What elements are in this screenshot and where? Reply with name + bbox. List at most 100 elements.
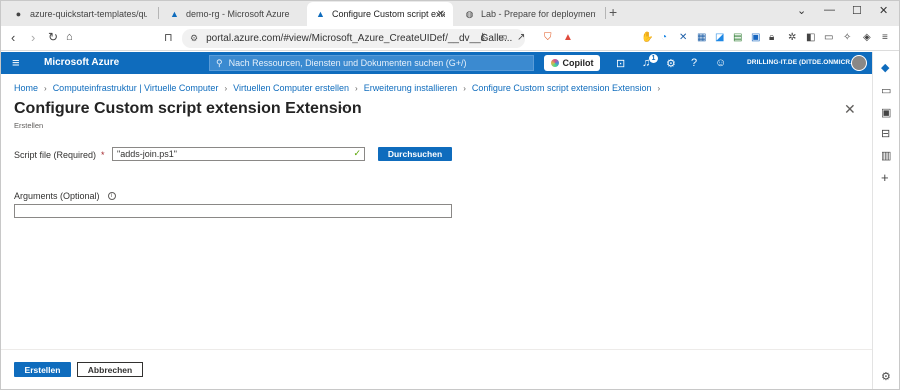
tab-separator: [158, 7, 159, 19]
arguments-label-text: Arguments (Optional): [14, 191, 100, 201]
chevron-right-icon: ›: [44, 83, 47, 93]
tab-search-icon[interactable]: ⌄: [797, 4, 806, 17]
sync-icon[interactable]: ◔: [661, 32, 667, 43]
cast-icon[interactable]: ▭: [498, 32, 507, 43]
wallet-icon[interactable]: ▭: [824, 32, 833, 43]
tab-lab[interactable]: ◍ Lab - Prepare for deployment of Az: [456, 2, 604, 26]
vpn-icon[interactable]: ◈: [863, 32, 871, 43]
brave-rewards-icon[interactable]: ▲: [563, 32, 573, 43]
reader-icon[interactable]: ▥: [881, 149, 891, 162]
tab-separator: [605, 7, 606, 19]
chevron-right-icon: ›: [224, 83, 228, 93]
key-icon[interactable]: ⚷: [479, 32, 486, 43]
copilot-button[interactable]: Copilot: [544, 55, 600, 71]
close-window-button[interactable]: ✕: [879, 4, 888, 17]
site-info-icon[interactable]: ⚙: [190, 33, 198, 44]
browse-button[interactable]: Durchsuchen: [378, 147, 452, 161]
puzzle-icon[interactable]: ✲: [788, 32, 796, 43]
chevron-right-icon: ›: [657, 83, 661, 93]
sheet-icon[interactable]: ▤: [733, 32, 742, 43]
tab-label: azure-quickstart-templates/quickstart: [30, 9, 147, 19]
script-file-label: Script file (Required) * i: [14, 150, 121, 160]
share-icon[interactable]: ↗: [517, 32, 525, 43]
menu-icon[interactable]: ≡: [882, 32, 888, 43]
new-tab-button[interactable]: +: [609, 4, 617, 20]
script-file-field[interactable]: "adds-join.ps1" ✓: [112, 147, 365, 161]
breadcrumb-configure[interactable]: Configure Custom script extension Extens…: [472, 83, 652, 93]
url-text: portal.azure.com/#view/Microsoft_Azure_C…: [206, 33, 513, 44]
tab-github[interactable]: ● azure-quickstart-templates/quickstart: [5, 2, 155, 26]
bookmark-icon[interactable]: ⊓: [164, 31, 173, 44]
wallet-sidebar-icon[interactable]: ▣: [881, 106, 891, 119]
url-field[interactable]: ⚙ portal.azure.com/#view/Microsoft_Azure…: [182, 29, 525, 48]
extension-icon[interactable]: ✋: [641, 32, 653, 43]
tenant-name[interactable]: DRILLING-IT.DE (DITDE.ONMICR...: [747, 59, 856, 66]
edge-sidebar: ◆ ▭ ▣ ⊟ ▥ + ⚙: [872, 52, 899, 389]
xing-icon[interactable]: ✕: [679, 32, 687, 43]
info-icon[interactable]: i: [107, 192, 116, 200]
breadcrumb-home[interactable]: Home: [14, 83, 38, 93]
search-placeholder: Nach Ressourcen, Diensten und Dokumenten…: [228, 58, 467, 68]
sidebar-icon[interactable]: ◧: [806, 32, 815, 43]
page-title: Configure Custom script extension Extens…: [14, 100, 362, 117]
avatar[interactable]: [851, 55, 867, 71]
breadcrumb-install-extension[interactable]: Erweiterung installieren: [364, 83, 458, 93]
azure-top-bar: ≡ Microsoft Azure ⚲ Nach Ressourcen, Die…: [1, 52, 872, 74]
ai-icon[interactable]: ✧: [843, 32, 851, 43]
maximize-button[interactable]: ☐: [852, 4, 862, 17]
brave-shield-icon[interactable]: ⛉: [544, 32, 552, 43]
globe-icon: ◍: [465, 8, 474, 19]
breadcrumb: Home › Computeinfrastruktur | Virtuelle …: [14, 83, 666, 93]
tab-configure-extension[interactable]: ▲ Configure Custom script extens ✕: [307, 2, 453, 26]
cloud-shell-icon[interactable]: ⊡: [616, 57, 625, 70]
back-icon[interactable]: ‹: [11, 30, 15, 45]
translate-icon[interactable]: ◪: [715, 32, 724, 43]
help-icon[interactable]: ?: [691, 57, 697, 69]
tab-demo-rg[interactable]: ▲ demo-rg - Microsoft Azure: [161, 2, 305, 26]
close-icon[interactable]: ✕: [844, 101, 856, 118]
breadcrumb-compute[interactable]: Computeinfrastruktur | Virtuelle Compute…: [53, 83, 219, 93]
browser-window: ● azure-quickstart-templates/quickstart …: [0, 0, 900, 390]
minimize-button[interactable]: —: [824, 4, 835, 16]
chevron-right-icon: ›: [355, 83, 358, 93]
video-icon[interactable]: ▭: [881, 84, 891, 97]
create-button[interactable]: Erstellen: [14, 362, 71, 377]
arguments-label: Arguments (Optional) i: [14, 191, 116, 201]
required-mark: *: [101, 150, 105, 160]
close-tab-icon[interactable]: ✕: [437, 9, 445, 20]
lock-icon[interactable]: 🔒︎: [769, 32, 774, 43]
tab-label: demo-rg - Microsoft Azure: [186, 9, 290, 19]
page-subtitle: Erstellen: [14, 121, 44, 130]
checkmark-icon: ✓: [353, 148, 361, 158]
cancel-button[interactable]: Abbrechen: [77, 362, 143, 377]
azure-icon: ▲: [170, 9, 179, 19]
feedback-icon[interactable]: ☺: [715, 57, 726, 69]
document-icon[interactable]: ▣: [751, 32, 760, 43]
settings-sidebar-icon[interactable]: ⚙: [881, 370, 891, 383]
hamburger-icon[interactable]: ≡: [12, 55, 20, 70]
copilot-icon: [550, 59, 559, 67]
reload-icon[interactable]: ↻: [48, 30, 58, 44]
address-bar: ‹ › ↻ ⌂ ⊓ ⚙ portal.azure.com/#view/Micro…: [1, 26, 899, 51]
copilot-sidebar-icon[interactable]: ◆: [881, 61, 889, 74]
breadcrumb-create-vm[interactable]: Virtuellen Computer erstellen: [233, 83, 349, 93]
forward-icon[interactable]: ›: [31, 30, 35, 45]
chevron-right-icon: ›: [463, 83, 466, 93]
grid-icon[interactable]: ▦: [697, 32, 706, 43]
home-icon[interactable]: ⌂: [66, 31, 73, 43]
footer-divider: [1, 349, 872, 350]
azure-brand[interactable]: Microsoft Azure: [44, 57, 119, 68]
azure-search-input[interactable]: ⚲ Nach Ressourcen, Diensten und Dokument…: [209, 55, 534, 71]
tab-label: Configure Custom script extens: [332, 9, 445, 19]
copilot-label: Copilot: [562, 58, 594, 68]
add-icon[interactable]: +: [881, 170, 889, 185]
notification-badge: 1: [649, 54, 658, 63]
tab-strip: ● azure-quickstart-templates/quickstart …: [1, 1, 899, 26]
tab-label: Lab - Prepare for deployment of Az: [481, 9, 596, 19]
blade-content: Home › Computeinfrastruktur | Virtuelle …: [1, 74, 872, 389]
more-options-icon[interactable]: ···: [335, 102, 349, 114]
save-icon[interactable]: ⊟: [881, 127, 890, 140]
arguments-field[interactable]: [14, 204, 452, 218]
gear-icon[interactable]: ⚙: [666, 57, 676, 70]
script-file-value: "adds-join.ps1": [117, 149, 177, 159]
